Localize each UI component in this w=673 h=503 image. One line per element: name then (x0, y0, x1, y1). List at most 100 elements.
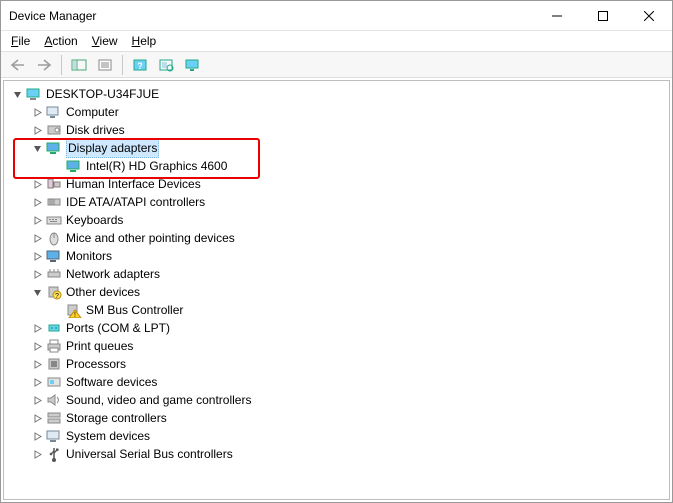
properties-button[interactable] (93, 53, 117, 77)
expand-toggle[interactable] (30, 429, 44, 443)
expand-toggle[interactable] (30, 123, 44, 137)
tree-item-label: Human Interface Devices (66, 175, 201, 193)
tree-item-mice[interactable]: Mice and other pointing devices (4, 229, 669, 247)
minimize-icon (552, 11, 562, 21)
cpu-icon (46, 356, 62, 372)
svg-text:?: ? (137, 61, 143, 71)
tree-item-label: Processors (66, 355, 126, 373)
tree-item-network[interactable]: Network adapters (4, 265, 669, 283)
expand-toggle[interactable] (30, 249, 44, 263)
tree-item-disk-drives[interactable]: Disk drives (4, 121, 669, 139)
expand-toggle[interactable] (30, 339, 44, 353)
scan-hardware-button[interactable] (154, 53, 178, 77)
tree-item-monitors[interactable]: Monitors (4, 247, 669, 265)
tree-item-label: Sound, video and game controllers (66, 391, 251, 409)
window-title: Device Manager (9, 9, 534, 23)
menu-help[interactable]: Help (132, 34, 157, 48)
close-icon (644, 11, 654, 21)
monitor-icon (46, 248, 62, 264)
tree-item-other-devices[interactable]: ? Other devices (4, 283, 669, 301)
tree-item-label: Storage controllers (66, 409, 167, 427)
expand-toggle[interactable] (30, 177, 44, 191)
menu-action[interactable]: Action (44, 34, 77, 48)
expand-toggle[interactable] (30, 195, 44, 209)
expand-toggle[interactable] (30, 321, 44, 335)
window-controls (534, 1, 672, 30)
mouse-icon (46, 230, 62, 246)
tree-item-label: Disk drives (66, 121, 125, 139)
close-button[interactable] (626, 1, 672, 30)
menu-view[interactable]: View (92, 34, 118, 48)
tree-item-usb[interactable]: Universal Serial Bus controllers (4, 445, 669, 463)
usb-icon (46, 446, 62, 462)
expand-toggle[interactable] (30, 375, 44, 389)
tree-item-display-adapters[interactable]: Display adapters (4, 139, 669, 157)
tree-item-ports[interactable]: Ports (COM & LPT) (4, 319, 669, 337)
expand-toggle[interactable] (10, 87, 24, 101)
tree-item-label: Display adapters (66, 138, 159, 158)
sound-icon (46, 392, 62, 408)
expand-toggle[interactable] (30, 213, 44, 227)
tree-item-sound[interactable]: Sound, video and game controllers (4, 391, 669, 409)
tree-item-label: IDE ATA/ATAPI controllers (66, 193, 205, 211)
expand-toggle[interactable] (30, 105, 44, 119)
tree-item-label: Network adapters (66, 265, 160, 283)
menu-file[interactable]: File (11, 34, 30, 48)
tree-item-label: Universal Serial Bus controllers (66, 445, 233, 463)
expand-toggle[interactable] (30, 393, 44, 407)
tree-item-print-queues[interactable]: Print queues (4, 337, 669, 355)
maximize-button[interactable] (580, 1, 626, 30)
tree-item-ide[interactable]: IDE ATA/ATAPI controllers (4, 193, 669, 211)
minimize-button[interactable] (534, 1, 580, 30)
expand-toggle[interactable] (30, 447, 44, 461)
tree-item-label: Print queues (66, 337, 133, 355)
storage-icon (46, 410, 62, 426)
help-button[interactable]: ? (128, 53, 152, 77)
port-icon (46, 320, 62, 336)
toolbar: ? (1, 51, 672, 78)
titlebar: Device Manager (1, 1, 672, 31)
expand-toggle[interactable] (30, 141, 44, 155)
tree-root[interactable]: DESKTOP-U34FJUE (4, 85, 669, 103)
panel-icon (71, 58, 87, 72)
svg-text:?: ? (55, 293, 59, 300)
tree-item-system[interactable]: System devices (4, 427, 669, 445)
show-hide-tree-button[interactable] (67, 53, 91, 77)
forward-button[interactable] (32, 53, 56, 77)
root-label: DESKTOP-U34FJUE (46, 85, 159, 103)
tree-item-label: System devices (66, 427, 150, 445)
desktop-icon (26, 86, 42, 102)
tree-item-processors[interactable]: Processors (4, 355, 669, 373)
tree-item-display-adapter-child[interactable]: Intel(R) HD Graphics 4600 (4, 157, 669, 175)
tree-item-label: Computer (66, 103, 119, 121)
expand-toggle[interactable] (30, 267, 44, 281)
ide-icon (46, 194, 62, 210)
software-icon (46, 374, 62, 390)
tree-item-computer[interactable]: Computer (4, 103, 669, 121)
back-button[interactable] (6, 53, 30, 77)
expand-toggle[interactable] (30, 411, 44, 425)
expand-toggle[interactable] (30, 231, 44, 245)
tree-item-label: Other devices (66, 283, 140, 301)
tree-item-label: SM Bus Controller (86, 301, 183, 319)
computer-icon (46, 104, 62, 120)
warning-device-icon: ! (66, 302, 82, 318)
monitor-icon (184, 58, 200, 72)
tree-item-sm-bus[interactable]: ! SM Bus Controller (4, 301, 669, 319)
properties-icon (97, 58, 113, 72)
scan-icon (158, 58, 174, 72)
tree-item-keyboards[interactable]: Keyboards (4, 211, 669, 229)
expand-toggle[interactable] (30, 285, 44, 299)
toolbar-separator (122, 55, 123, 75)
device-tree[interactable]: DESKTOP-U34FJUE Computer Disk drives Dis… (3, 80, 670, 500)
help-icon: ? (132, 58, 148, 72)
monitor-button[interactable] (180, 53, 204, 77)
tree-item-label: Ports (COM & LPT) (66, 319, 170, 337)
tree-item-label: Mice and other pointing devices (66, 229, 235, 247)
tree-item-storage[interactable]: Storage controllers (4, 409, 669, 427)
tree-item-label: Keyboards (66, 211, 123, 229)
tree-item-hid[interactable]: Human Interface Devices (4, 175, 669, 193)
tree-item-label: Software devices (66, 373, 157, 391)
expand-toggle[interactable] (30, 357, 44, 371)
tree-item-software[interactable]: Software devices (4, 373, 669, 391)
